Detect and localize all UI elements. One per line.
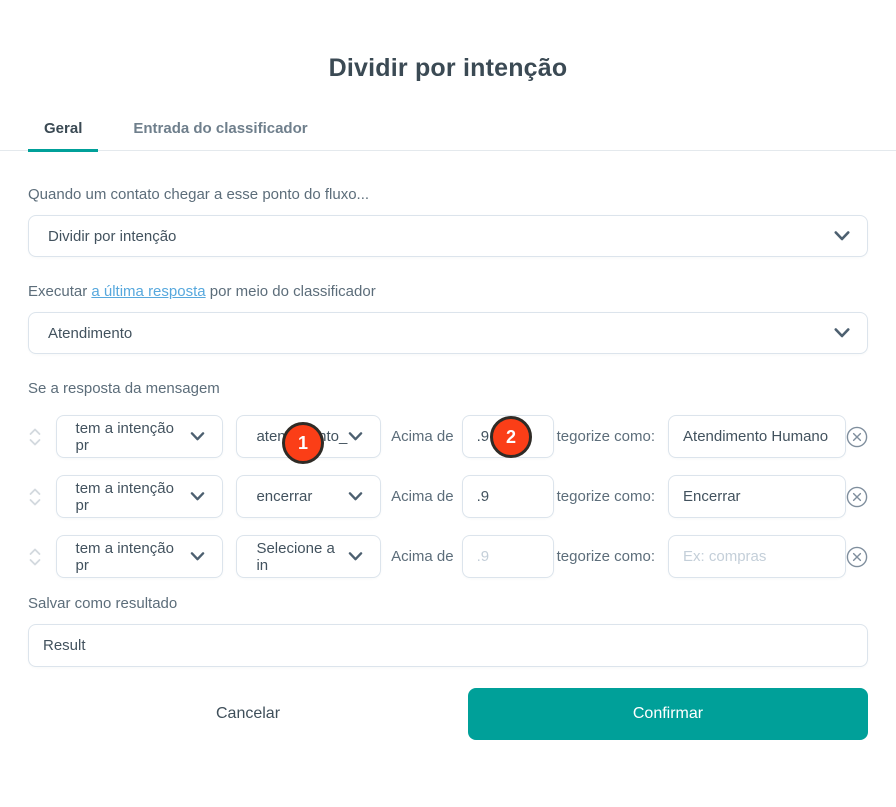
chevron-down-icon [834, 328, 850, 338]
result-input[interactable] [28, 624, 868, 667]
tab-entrada-classificador[interactable]: Entrada do classificador [117, 120, 323, 152]
chevron-down-icon [190, 492, 205, 501]
condition-type-select[interactable]: tem a intenção pr [56, 415, 224, 458]
categorize-label: tegorize como: [557, 428, 655, 445]
split-by-intent-dialog: Dividir por intenção Geral Entrada do cl… [0, 52, 896, 807]
tab-bar: Geral Entrada do classificador [0, 120, 896, 151]
condition-row: tem a intenção pr Selecione a in Acima d… [28, 535, 868, 578]
save-result-label: Salvar como resultado [28, 595, 868, 612]
intent-select-value: encerrar [256, 488, 312, 505]
above-label: Acima de [391, 488, 454, 505]
chevron-down-icon [348, 432, 363, 441]
annotation-badge-2: 2 [490, 416, 532, 458]
category-input[interactable] [668, 475, 846, 518]
chevron-down-icon [348, 552, 363, 561]
remove-row-icon[interactable] [846, 486, 868, 508]
page-title: Dividir por intenção [0, 52, 896, 84]
categorize-label: tegorize como: [557, 548, 655, 565]
category-input[interactable] [668, 535, 846, 578]
threshold-input[interactable] [462, 535, 554, 578]
confirm-button[interactable]: Confirmar [468, 688, 868, 740]
conditions-label: Se a resposta da mensagem [28, 380, 868, 397]
last-response-link[interactable]: a última resposta [91, 283, 205, 300]
drag-handle-icon[interactable] [28, 427, 43, 447]
intent-select-value: Selecione a in [256, 540, 348, 574]
condition-row: tem a intenção pr atendimento_ Acima de … [28, 415, 868, 458]
intent-select[interactable]: Selecione a in [236, 535, 381, 578]
chevron-down-icon [190, 432, 205, 441]
dialog-footer: Cancelar Confirmar [0, 688, 896, 740]
tab-geral[interactable]: Geral [28, 120, 98, 152]
action-select[interactable]: Dividir por intenção [28, 215, 868, 257]
above-label: Acima de [391, 548, 454, 565]
condition-type-select[interactable]: tem a intenção pr [56, 475, 224, 518]
remove-row-icon[interactable] [846, 546, 868, 568]
intent-select[interactable]: encerrar [236, 475, 381, 518]
condition-row: tem a intenção pr encerrar Acima de tego… [28, 475, 868, 518]
annotation-badge-1: 1 [282, 422, 324, 464]
condition-type-value: tem a intenção pr [76, 540, 191, 574]
threshold-input[interactable] [462, 475, 554, 518]
drag-handle-icon[interactable] [28, 547, 43, 567]
classifier-label-suffix: por meio do classificador [206, 283, 376, 300]
classifier-label-prefix: Executar [28, 283, 91, 300]
classifier-select-value: Atendimento [48, 325, 132, 342]
categorize-label: tegorize como: [557, 488, 655, 505]
classifier-label: Executar a última resposta por meio do c… [28, 283, 868, 300]
condition-type-select[interactable]: tem a intenção pr [56, 535, 224, 578]
chevron-down-icon [348, 492, 363, 501]
condition-type-value: tem a intenção pr [76, 480, 191, 514]
action-select-value: Dividir por intenção [48, 228, 176, 245]
cancel-button[interactable]: Cancelar [28, 688, 468, 740]
chevron-down-icon [834, 231, 850, 241]
when-label: Quando um contato chegar a esse ponto do… [28, 186, 868, 203]
chevron-down-icon [190, 552, 205, 561]
above-label: Acima de [391, 428, 454, 445]
drag-handle-icon[interactable] [28, 487, 43, 507]
category-input[interactable] [668, 415, 846, 458]
remove-row-icon[interactable] [846, 426, 868, 448]
classifier-select[interactable]: Atendimento [28, 312, 868, 354]
condition-type-value: tem a intenção pr [76, 420, 191, 454]
